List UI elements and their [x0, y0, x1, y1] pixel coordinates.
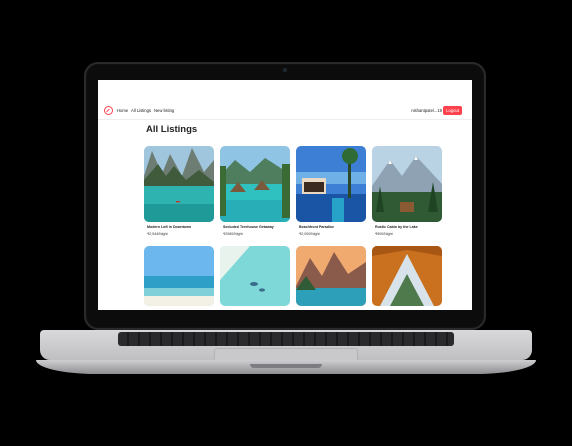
listing-title: Rustic Cabin by the Lake: [375, 225, 418, 229]
listing-image[interactable]: [372, 146, 442, 222]
treehouse-image: [220, 146, 290, 222]
listing-price: ₹2,544/Night: [147, 232, 168, 236]
listing-image[interactable]: [296, 146, 366, 222]
listing-image[interactable]: [144, 146, 214, 222]
lake-mountain-image: [144, 146, 214, 222]
keyboard: [118, 332, 454, 346]
rustic-cabin-image: [372, 146, 442, 222]
nav-new-listing-link[interactable]: New listing: [154, 108, 174, 113]
listing-image[interactable]: [220, 246, 290, 306]
lid-notch: [250, 364, 322, 368]
browser-screen: Home All Listings New listing nishantpat…: [98, 80, 472, 310]
listing-image[interactable]: [296, 246, 366, 306]
webcam: [283, 68, 287, 72]
listing-title: Modern Loft in Downtown: [147, 225, 192, 229]
listing-price: ₹2,000/Night: [299, 232, 320, 236]
compass-logo-icon[interactable]: [104, 106, 113, 115]
listing-price: ₹2060/Night: [223, 232, 243, 236]
listing-price: ₹900/Night: [375, 232, 393, 236]
listing-image[interactable]: [144, 246, 214, 306]
nav-home-link[interactable]: Home: [117, 108, 128, 113]
listing-image[interactable]: [220, 146, 290, 222]
tent-view-image: [372, 246, 442, 306]
page-title: All Listings: [146, 124, 198, 135]
beachfront-image: [296, 146, 366, 222]
logout-button[interactable]: Logout: [443, 106, 462, 115]
navbar: Home All Listings New listing nishantpat…: [98, 103, 472, 120]
listing-image[interactable]: [372, 246, 442, 306]
nav-all-listings-link[interactable]: All Listings: [131, 108, 151, 113]
aerial-sea-image: [220, 246, 290, 306]
listing-title: Secluded Treehouse Getaway: [223, 225, 274, 229]
user-name: nishantpatel...19: [411, 108, 442, 113]
beach-image: [144, 246, 214, 306]
mountain-lake-image: [296, 246, 366, 306]
laptop-mockup: Home All Listings New listing nishantpat…: [0, 0, 572, 446]
listing-title: Beachfront Paradise: [299, 225, 334, 229]
